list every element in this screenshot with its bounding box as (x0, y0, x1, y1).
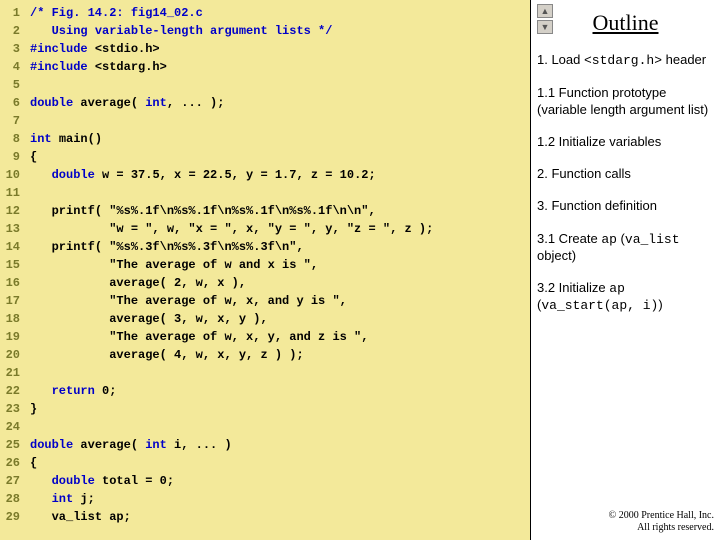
text: 3.2 Initialize (537, 280, 609, 295)
code-line: /* Fig. 14.2: fig14_02.c (30, 4, 530, 22)
code-line: "The average of w, x, y, and z is ", (30, 328, 530, 346)
outline-heading: Outline (537, 10, 714, 36)
code-line: #include <stdio.h> (30, 40, 530, 58)
outline-note-7: 3.2 Initialize ap (va_start(ap, i)) (537, 280, 714, 315)
line-number: 10 (0, 166, 24, 184)
code-line: #include <stdarg.h> (30, 58, 530, 76)
code-line: int j; (30, 490, 530, 508)
code-line (30, 418, 530, 436)
copyright-line: All rights reserved. (537, 522, 714, 534)
line-number: 23 (0, 400, 24, 418)
copyright: © 2000 Prentice Hall, Inc. All rights re… (537, 510, 714, 534)
code-line: double average( int, ... ); (30, 94, 530, 112)
code-line: va_list ap; (30, 508, 530, 526)
outline-note-3: 1.2 Initialize variables (537, 134, 714, 150)
line-number: 6 (0, 94, 24, 112)
line-number: 4 (0, 58, 24, 76)
code-line: average( 4, w, x, y, z ) ); (30, 346, 530, 364)
line-number-column: 1234567891011121314151617181920212223242… (0, 0, 24, 540)
code-line: double w = 37.5, x = 22.5, y = 1.7, z = … (30, 166, 530, 184)
line-number: 26 (0, 454, 24, 472)
line-number: 22 (0, 382, 24, 400)
line-number: 16 (0, 274, 24, 292)
code-text: ap (609, 281, 625, 296)
line-number: 2 (0, 22, 24, 40)
line-number: 14 (0, 238, 24, 256)
code-line: { (30, 148, 530, 166)
outline-note-6: 3.1 Create ap (va_list object) (537, 231, 714, 265)
outline-pane: ▲ ▼ Outline 1. Load <stdarg.h> header 1.… (530, 0, 720, 540)
text: header (662, 52, 706, 67)
code-line (30, 112, 530, 130)
nav-arrows: ▲ ▼ (537, 4, 553, 34)
code-text: ap (601, 232, 617, 247)
line-number: 18 (0, 310, 24, 328)
code-line: average( 2, w, x ), (30, 274, 530, 292)
line-number: 29 (0, 508, 24, 526)
text: 3.1 Create (537, 231, 601, 246)
code-line: "The average of w and x is ", (30, 256, 530, 274)
line-number: 25 (0, 436, 24, 454)
text: 1. Load (537, 52, 584, 67)
line-number: 1 (0, 4, 24, 22)
line-number: 17 (0, 292, 24, 310)
code-line: int main() (30, 130, 530, 148)
outline-note-2: 1.1 Function prototype (variable length … (537, 85, 714, 118)
nav-up-button[interactable]: ▲ (537, 4, 553, 18)
line-number: 12 (0, 202, 24, 220)
line-number: 24 (0, 418, 24, 436)
line-number: 3 (0, 40, 24, 58)
outline-note-4: 2. Function calls (537, 166, 714, 182)
outline-note-1: 1. Load <stdarg.h> header (537, 52, 714, 69)
line-number: 11 (0, 184, 24, 202)
line-number: 21 (0, 364, 24, 382)
text: ) (658, 297, 662, 312)
code-text: va_list (625, 232, 680, 247)
line-number: 15 (0, 256, 24, 274)
code-pane: 1234567891011121314151617181920212223242… (0, 0, 530, 540)
code-text: <stdarg.h> (584, 53, 662, 68)
code-line: printf( "%s%.3f\n%s%.3f\n%s%.3f\n", (30, 238, 530, 256)
code-column: /* Fig. 14.2: fig14_02.c Using variable-… (24, 0, 530, 540)
copyright-line: © 2000 Prentice Hall, Inc. (537, 510, 714, 522)
code-line: "w = ", w, "x = ", x, "y = ", y, "z = ",… (30, 220, 530, 238)
line-number: 28 (0, 490, 24, 508)
text: object) (537, 248, 576, 263)
code-line: { (30, 454, 530, 472)
code-line: return 0; (30, 382, 530, 400)
code-line: average( 3, w, x, y ), (30, 310, 530, 328)
nav-down-button[interactable]: ▼ (537, 20, 553, 34)
line-number: 5 (0, 76, 24, 94)
code-line: } (30, 400, 530, 418)
code-line (30, 76, 530, 94)
line-number: 13 (0, 220, 24, 238)
line-number: 7 (0, 112, 24, 130)
outline-note-5: 3. Function definition (537, 198, 714, 214)
line-number: 20 (0, 346, 24, 364)
code-text: va_start(ap, i) (541, 298, 658, 313)
code-line: Using variable-length argument lists */ (30, 22, 530, 40)
line-number: 8 (0, 130, 24, 148)
code-line (30, 184, 530, 202)
line-number: 9 (0, 148, 24, 166)
line-number: 27 (0, 472, 24, 490)
code-line (30, 364, 530, 382)
code-line: double average( int i, ... ) (30, 436, 530, 454)
code-line: printf( "%s%.1f\n%s%.1f\n%s%.1f\n%s%.1f\… (30, 202, 530, 220)
code-line: "The average of w, x, and y is ", (30, 292, 530, 310)
line-number: 19 (0, 328, 24, 346)
text: ( (617, 231, 625, 246)
code-line: double total = 0; (30, 472, 530, 490)
